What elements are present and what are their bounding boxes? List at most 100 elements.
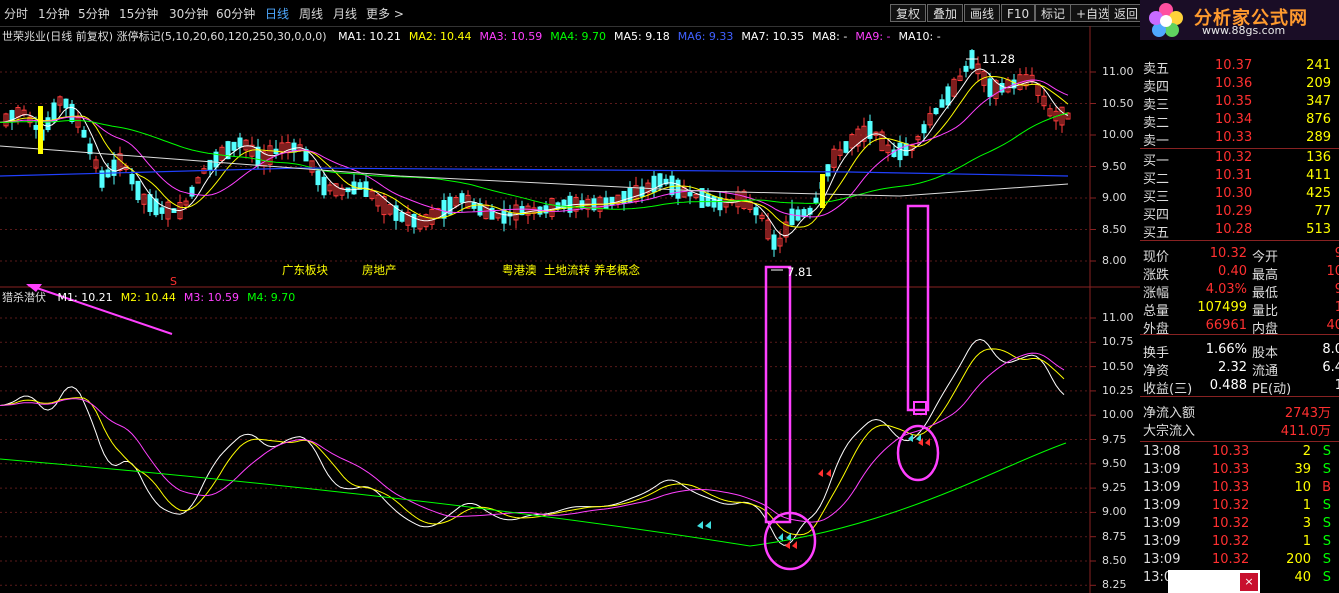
limit-up-marker — [820, 174, 825, 208]
period-tab-fenshi[interactable]: 分时 — [4, 5, 28, 22]
ask-price: 10.37 — [1215, 58, 1253, 73]
candle-body — [315, 170, 321, 186]
candle-body — [459, 193, 465, 203]
tick-volume: 39 — [1294, 462, 1311, 477]
mark-button[interactable]: 标记 — [1035, 4, 1072, 22]
candle-body — [501, 208, 507, 224]
tick-time: 13:09 — [1143, 534, 1181, 549]
kline-chart[interactable] — [0, 26, 1140, 593]
bid-row: 买一 10.32 136 — [1140, 150, 1339, 169]
candle-body — [63, 98, 69, 109]
legend-item: M2: 10.44 — [120, 291, 176, 304]
indicator-lines — [0, 338, 1067, 547]
legend-item: MA8: - — [812, 30, 848, 43]
tick-price: 10.33 — [1212, 444, 1250, 459]
legend-item: MA5: 9.18 — [613, 30, 670, 43]
back-button[interactable]: 返回 — [1108, 4, 1145, 22]
sub-legend-items: M1: 10.21 M2: 10.44 M3: 10.59 M4: 9.70 — [50, 291, 296, 304]
tick-row: 13:09 10.33 10 B — [1140, 480, 1339, 498]
stat-row: 换手 1.66% 股本 8.0 — [1140, 342, 1339, 361]
candle-body — [351, 181, 357, 195]
candle-body — [33, 124, 39, 130]
axis-tick-label: 10.25 — [1102, 383, 1134, 397]
candle-body — [189, 186, 195, 197]
ask-volume: 876 — [1306, 112, 1331, 127]
low-price-label: 7.81 — [787, 265, 813, 279]
candle-body — [231, 141, 237, 151]
bid-volume: 513 — [1306, 222, 1331, 237]
limit-up-marker — [38, 106, 43, 154]
draw-line-button[interactable]: 画线 — [964, 4, 1001, 22]
period-tab-30min[interactable]: 30分钟 — [169, 5, 208, 22]
stat-value: 40 — [1326, 318, 1339, 333]
period-tab-15min[interactable]: 15分钟 — [119, 5, 158, 22]
tick-side: S — [1322, 534, 1331, 549]
ask-price: 10.36 — [1215, 76, 1253, 91]
period-tab-daily[interactable]: 日线 — [265, 5, 289, 22]
candle-body — [81, 129, 87, 138]
bid-price: 10.32 — [1215, 150, 1253, 165]
axis-tick-label: 10.00 — [1102, 128, 1134, 141]
stat-value: 10 — [1326, 264, 1339, 279]
period-tab-1min[interactable]: 1分钟 — [38, 5, 70, 22]
bid-row: 买三 10.30 425 — [1140, 186, 1339, 205]
site-logo: 分析家公式网 www.88gs.com — [1140, 0, 1339, 40]
stat-label: 流通 — [1252, 364, 1279, 379]
bid-price: 10.31 — [1215, 168, 1253, 183]
legend-item: M1: 10.21 — [57, 291, 113, 304]
legend-item: M4: 9.70 — [247, 291, 296, 304]
tick-time: 13:09 — [1143, 480, 1181, 495]
stat-value: 0.40 — [1218, 264, 1247, 279]
tick-time: 13:09 — [1143, 498, 1181, 513]
stat-label: 今开 — [1252, 250, 1279, 265]
period-tab-60min[interactable]: 60分钟 — [216, 5, 255, 22]
close-icon[interactable]: × — [1240, 573, 1258, 591]
candle-body — [687, 192, 693, 197]
f10-button[interactable]: F10 — [1001, 4, 1036, 22]
candle-body — [801, 209, 807, 218]
ask-price: 10.33 — [1215, 130, 1253, 145]
tick-time: 13:09 — [1143, 462, 1181, 477]
period-tab-monthly[interactable]: 月线 — [333, 5, 357, 22]
period-tab-more[interactable]: 更多 > — [366, 5, 404, 22]
tick-price: 10.32 — [1212, 516, 1250, 531]
ask-price: 10.35 — [1215, 94, 1253, 109]
bid-label: 买一 — [1143, 154, 1170, 169]
period-tab-weekly[interactable]: 周线 — [299, 5, 323, 22]
logo-url: www.88gs.com — [1202, 24, 1286, 37]
fuquan-button[interactable]: 复权 — [890, 4, 927, 22]
flow-row: 大宗流入 411.0万 — [1140, 420, 1339, 439]
ask-row: 卖四 10.36 209 — [1140, 76, 1339, 95]
stat-label: 总量 — [1143, 304, 1170, 319]
candle-body — [399, 212, 405, 222]
ask-volume: 289 — [1306, 130, 1331, 145]
stat-row: 净资 2.32 流通 6.4 — [1140, 360, 1339, 379]
tick-price: 10.33 — [1212, 462, 1250, 477]
main-legend-items: MA1: 10.21 MA2: 10.44 MA3: 10.59 MA4: 9.70 M… — [330, 30, 941, 43]
concept-label: 土地流转 — [544, 263, 590, 277]
ma-line — [0, 112, 1069, 210]
candle-body — [897, 142, 903, 161]
axis-tick-label: 9.50 — [1102, 456, 1127, 470]
bid-label: 买五 — [1143, 226, 1170, 241]
tick-price: 10.32 — [1212, 552, 1250, 567]
period-tab-5min[interactable]: 5分钟 — [78, 5, 110, 22]
candle-body — [789, 208, 795, 226]
overlay-button[interactable]: 叠加 — [927, 4, 964, 22]
candle-body — [705, 193, 711, 207]
bid-volume: 136 — [1306, 150, 1331, 165]
legend-item: MA3: 10.59 — [479, 30, 543, 43]
legend-item: MA9: - — [855, 30, 891, 43]
bid-label: 买二 — [1143, 172, 1170, 187]
candle-body — [921, 124, 927, 134]
indicator-line — [0, 352, 1065, 523]
axis-tick-label: 10.50 — [1102, 96, 1134, 110]
flower-logo-icon — [1149, 3, 1183, 37]
tick-volume: 1 — [1302, 498, 1311, 513]
legend-item: M3: 10.59 — [183, 291, 240, 304]
stat-value: 66961 — [1205, 318, 1247, 333]
candlesticks — [3, 48, 1071, 257]
flow-label: 净流入额 — [1143, 406, 1196, 421]
axis-tick-label: 8.25 — [1102, 578, 1127, 592]
candle-body — [813, 197, 819, 204]
